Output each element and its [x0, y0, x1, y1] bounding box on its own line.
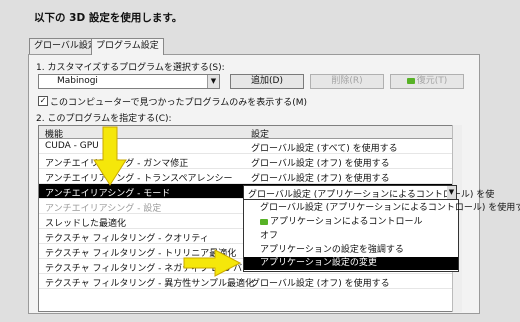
- down-arrow-icon: [93, 126, 127, 186]
- right-arrow-icon: [183, 249, 242, 277]
- nvidia-control-panel: 以下の 3D 設定を使用します。 グローバル設定 プログラム設定 1. カスタマ…: [0, 0, 520, 322]
- annotation-arrows: [93, 126, 242, 277]
